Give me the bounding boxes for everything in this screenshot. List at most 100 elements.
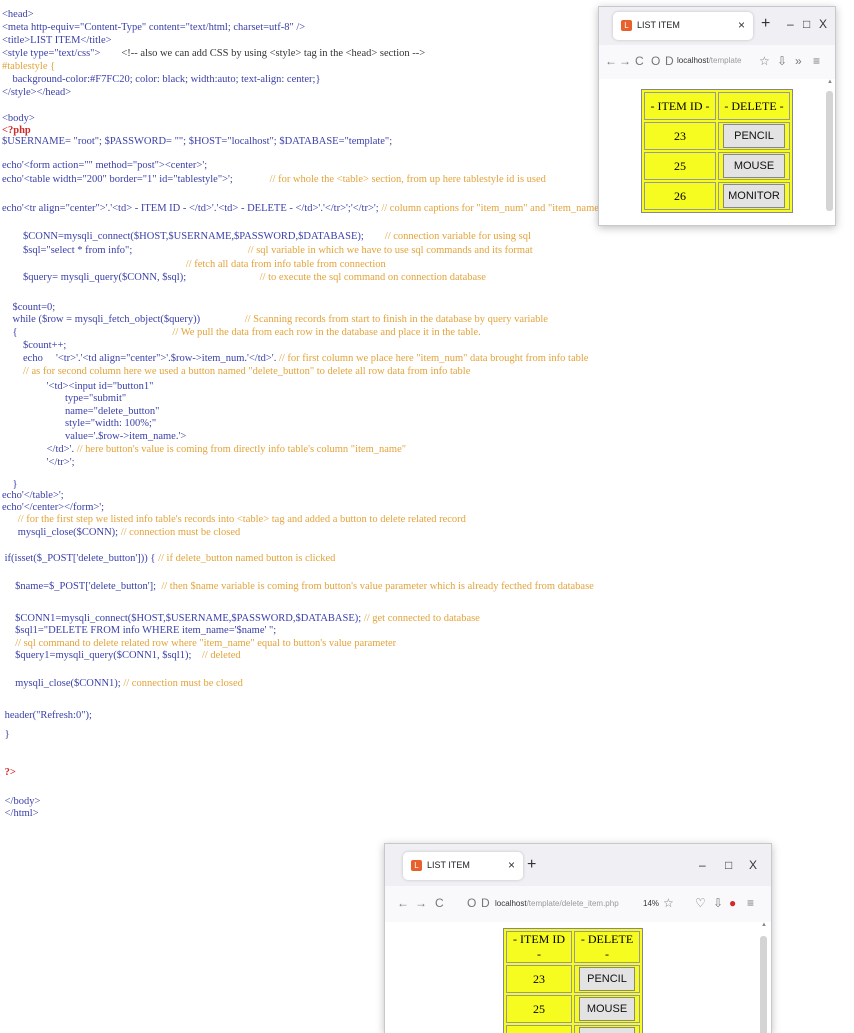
page-icon: D (481, 896, 490, 910)
table-row: 25 MOUSE (506, 995, 640, 1023)
code-line: style="width: 100%;" (2, 417, 156, 430)
item-id-cell: 23 (506, 965, 572, 993)
code-token: echo'<form action="" method="post"><cent… (2, 160, 208, 171)
code-line: <title>LIST ITEM</title> (2, 34, 112, 47)
minimize-icon[interactable]: – (787, 17, 794, 31)
forward-icon[interactable]: → (619, 54, 631, 68)
tab-close-icon[interactable]: × (508, 858, 515, 872)
code-line: // fetch all data from info table from c… (2, 258, 386, 271)
code-token: // to execute the sql command on connect… (186, 272, 486, 283)
pocket-icon[interactable]: ♡ (695, 896, 706, 910)
download-icon[interactable]: ⇩ (713, 896, 723, 910)
address-bar[interactable]: localhost/template (677, 56, 741, 65)
shield-icon[interactable]: O (651, 54, 660, 68)
scrollbar[interactable] (826, 91, 833, 211)
code-token: { (2, 327, 18, 338)
code-token: '<td><input id="button1" (2, 381, 154, 392)
reload-icon[interactable]: C (635, 54, 644, 68)
close-window-icon[interactable]: X (819, 17, 827, 31)
tab-title: LIST ITEM (427, 860, 470, 870)
browser-tab[interactable]: L LIST ITEM × (613, 12, 753, 40)
download-icon[interactable]: ⇩ (777, 54, 787, 68)
menu-icon[interactable]: ≡ (813, 54, 820, 68)
delete-button[interactable]: MOUSE (579, 997, 635, 1021)
scroll-up-arrow-icon[interactable]: ▲ (761, 922, 767, 928)
delete-button[interactable]: MOUSE (723, 154, 785, 178)
code-token: $count=0; (2, 302, 56, 313)
header-item-id: - ITEM ID - (644, 92, 716, 120)
code-token: // if delete_button named button is clic… (155, 553, 336, 564)
code-line: $sql="select * from info"; // sql variab… (2, 244, 533, 257)
code-token: // connection variable for using sql (363, 231, 531, 242)
code-line: </td>'. // here button's value is coming… (2, 443, 406, 456)
code-token: style="width: 100%;" (2, 418, 157, 429)
code-line: $sql1="DELETE FROM info WHERE item_name=… (2, 624, 276, 637)
code-token: // sql variable in which we have to use … (132, 245, 533, 256)
delete-cell: PENCIL (718, 122, 790, 150)
delete-button[interactable]: PENCIL (723, 124, 785, 148)
code-token: type="submit" (2, 393, 127, 404)
code-line: background-color:#F7FC20; color: black; … (2, 73, 321, 86)
forward-icon[interactable]: → (415, 896, 427, 910)
new-tab-icon[interactable]: + (527, 856, 536, 874)
close-window-icon[interactable]: X (749, 858, 757, 872)
browser-window-top: L LIST ITEM × + – □ X ← → C O D localhos… (598, 6, 836, 226)
code-token: // connection must be closed (118, 527, 241, 538)
minimize-icon[interactable]: – (699, 858, 706, 872)
code-token: ?> (2, 767, 16, 778)
table-row: 25 MOUSE (644, 152, 790, 180)
code-line: // as for second column here we used a b… (2, 365, 470, 378)
code-line: </style></head> (2, 86, 71, 99)
maximize-icon[interactable]: □ (725, 858, 732, 872)
code-line: $name=$_POST['delete_button']; // then $… (2, 580, 594, 593)
table-row: 23 PENCIL (644, 122, 790, 150)
back-icon[interactable]: ← (605, 54, 617, 68)
code-token: <meta http-equiv="Content-Type" content=… (2, 22, 306, 33)
code-line: value='.$row->item_name.'> (2, 430, 186, 443)
code-token: // column captions for "item_num" and "i… (378, 203, 604, 214)
new-tab-icon[interactable]: + (761, 15, 770, 33)
page-icon: D (665, 54, 674, 68)
scroll-up-arrow-icon[interactable]: ▲ (827, 79, 833, 85)
address-bar[interactable]: localhost/template/delete_item.php (495, 899, 619, 908)
bookmark-star-icon[interactable]: ☆ (759, 54, 770, 68)
code-token: if(isset($_POST['delete_button'])) { (2, 553, 156, 564)
scrollbar[interactable] (760, 936, 767, 1033)
code-token: header("Refresh:0"); (2, 710, 92, 721)
delete-button[interactable] (579, 1027, 635, 1033)
reload-icon[interactable]: C (435, 896, 444, 910)
addon-icon[interactable]: ● (729, 896, 736, 910)
code-line: <head> (2, 8, 34, 21)
more-tools-icon[interactable]: » (795, 54, 802, 68)
item-table: - ITEM ID - - DELETE - 23 PENCIL 25 MOUS… (503, 928, 643, 1033)
code-token: <title>LIST ITEM</title> (2, 35, 112, 46)
code-token: // for whole the <table> section, from u… (232, 174, 546, 185)
zoom-level[interactable]: 14% (643, 899, 659, 908)
code-token: </html> (2, 808, 39, 819)
shield-icon[interactable]: O (467, 896, 476, 910)
maximize-icon[interactable]: □ (803, 17, 810, 31)
delete-button[interactable]: PENCIL (579, 967, 635, 991)
table-row: 23 PENCIL (506, 965, 640, 993)
code-token: <head> (2, 9, 34, 20)
code-token: echo'</center></form>'; (2, 502, 105, 513)
code-token: $name=$_POST['delete_button']; (2, 581, 157, 592)
code-token: echo'<table width="200" border="1" id="t… (2, 174, 233, 185)
item-id-cell: 23 (644, 122, 716, 150)
delete-cell: PENCIL (574, 965, 640, 993)
tab-close-icon[interactable]: × (738, 18, 745, 32)
url-host: localhost (677, 56, 709, 65)
code-line: } (2, 728, 10, 741)
back-icon[interactable]: ← (397, 896, 409, 910)
code-token: background-color:#F7FC20; color: black; … (2, 74, 321, 85)
tab-bar: L LIST ITEM × + – □ X (599, 7, 835, 45)
delete-button[interactable]: MONITOR (723, 184, 785, 208)
code-line: { // We pull the data from each row in t… (2, 326, 481, 339)
code-line: <style type="text/css"> <!-- also we can… (2, 47, 425, 60)
menu-icon[interactable]: ≡ (747, 896, 754, 910)
code-line: ?> (2, 766, 16, 779)
url-host: localhost (495, 899, 527, 908)
bookmark-star-icon[interactable]: ☆ (663, 896, 674, 910)
code-line: while ($row = mysqli_fetch_object($query… (2, 313, 548, 326)
browser-tab[interactable]: L LIST ITEM × (403, 852, 523, 880)
